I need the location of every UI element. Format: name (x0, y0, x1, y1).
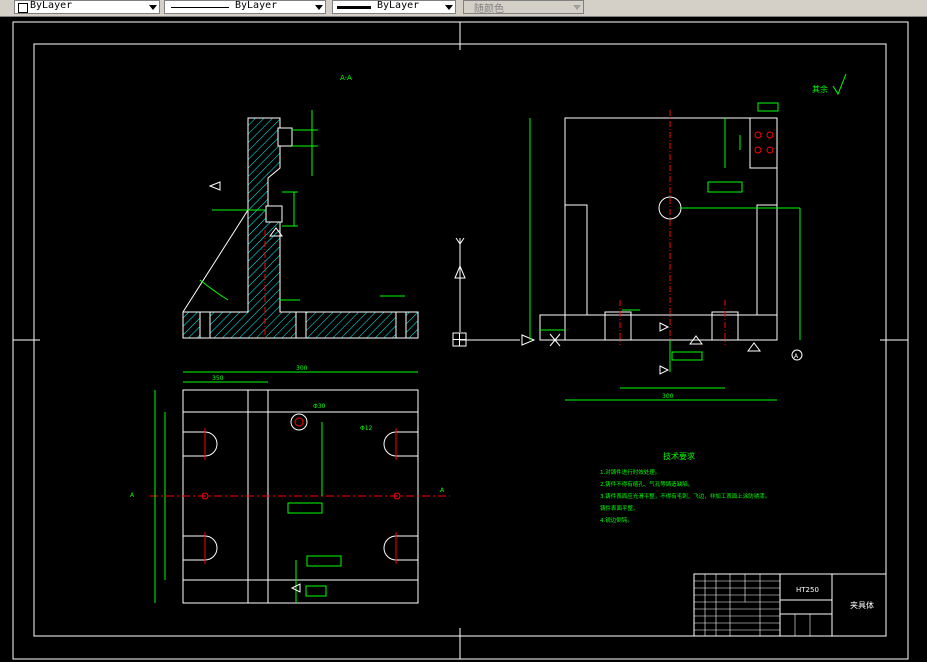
dim-hole-dia: Φ30 (313, 403, 326, 410)
material-label: HT250 (796, 586, 819, 594)
dim-mid: 350 (212, 375, 224, 382)
chevron-down-icon[interactable] (445, 5, 453, 10)
surface-finish-note: 其余 (812, 73, 847, 96)
drawing-canvas[interactable]: A-A 300 350 Φ30 Φ12 A A A 300 其余 技术要求 1.… (0, 17, 927, 662)
chevron-down-icon[interactable] (149, 5, 157, 10)
view-label-left: A (130, 492, 135, 499)
view-label-right: A (440, 487, 445, 494)
front-view-outline (564, 117, 778, 341)
datum-letter: A (794, 353, 799, 360)
dim-front-total: 300 (662, 393, 674, 400)
color-value: ByLayer (30, 0, 73, 11)
svg-text:其余: 其余 (812, 84, 828, 94)
linetype-value: ByLayer (235, 0, 278, 11)
slot (295, 311, 307, 339)
angle-arc (199, 279, 229, 301)
chevron-down-icon[interactable] (573, 5, 581, 10)
tech-line-4: 铸件表面平整。 (600, 504, 639, 512)
tech-title: 技术要求 (663, 451, 695, 461)
rib-line (182, 209, 249, 313)
color-swatch (18, 3, 28, 13)
part-name-label: 夹具体 (850, 600, 874, 610)
plotstyle-control-dropdown[interactable]: 随颜色 (463, 0, 584, 15)
section-label: A-A (340, 74, 352, 82)
front-view: A 300 其余 (529, 73, 847, 401)
linetype-preview (171, 7, 229, 8)
tech-line-5: 4.锐边倒钝。 (600, 516, 633, 524)
color-control-dropdown[interactable]: ByLayer (14, 0, 160, 14)
top-view: 300 350 Φ30 Φ12 A A (130, 365, 450, 604)
title-block: HT250 夹具体 (693, 573, 887, 637)
lineweight-value: ByLayer (377, 0, 420, 11)
boss-hole (290, 413, 308, 431)
technical-requirements: 技术要求 1.对铸件进行时效处理。 2.铸件不得有缩孔、气孔等铸造缺陷。 3.铸… (600, 451, 770, 524)
section-view-aa: A-A (182, 74, 419, 340)
slot (199, 311, 211, 339)
properties-toolbar: ByLayer ByLayer ByLayer 随颜色 (0, 0, 927, 17)
plotstyle-value: 随颜色 (474, 4, 504, 15)
tapped-hole (277, 127, 293, 147)
hole (265, 205, 283, 223)
boss-hole-inner (294, 417, 304, 427)
tech-line-3: 3.铸件表面应光滑平整，不得有毛刺、飞边，非加工表面上涂防锈漆。 (600, 492, 770, 500)
section-body (182, 117, 419, 339)
lineweight-preview (337, 6, 371, 9)
lineweight-control-dropdown[interactable]: ByLayer (332, 0, 456, 14)
linetype-control-dropdown[interactable]: ByLayer (164, 0, 326, 14)
tech-line-2: 2.铸件不得有缩孔、气孔等铸造缺陷。 (600, 480, 693, 488)
front-view-base (539, 314, 778, 341)
datum-triangle (208, 181, 221, 191)
slot (395, 311, 407, 339)
tech-line-1: 1.对铸件进行时效处理。 (600, 468, 660, 476)
dim-top-total: 300 (296, 365, 308, 372)
chevron-down-icon[interactable] (315, 5, 323, 10)
dim-slot-dia: Φ12 (360, 425, 373, 432)
